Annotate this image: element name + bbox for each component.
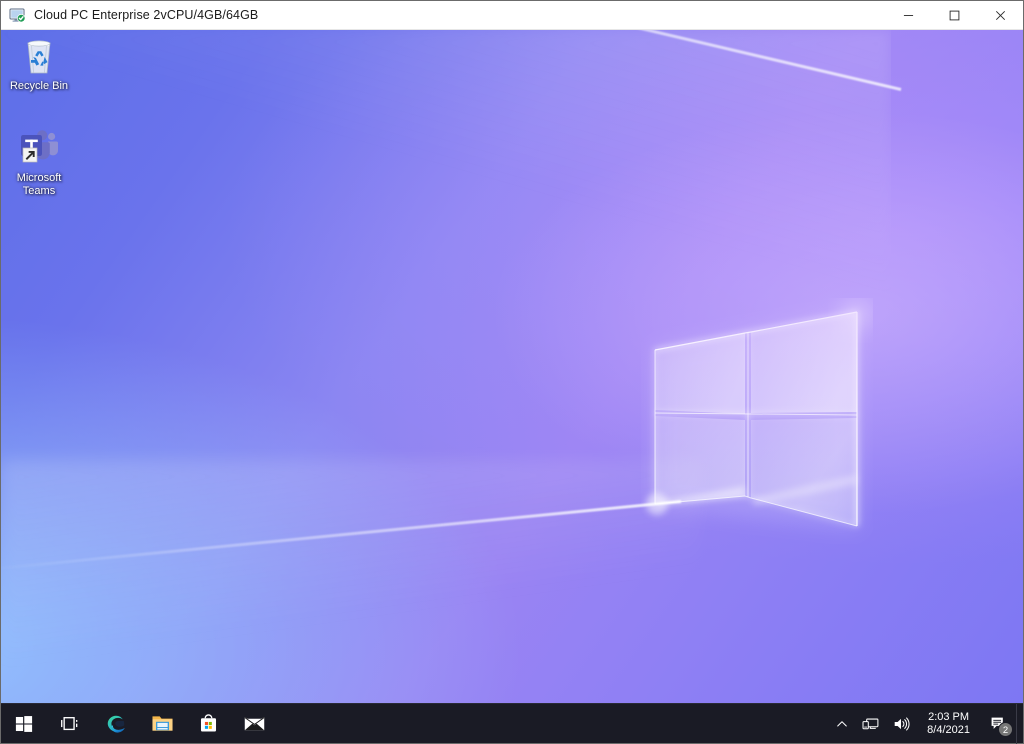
minimize-button[interactable] (885, 1, 931, 30)
title-bar[interactable]: Cloud PC Enterprise 2vCPU/4GB/64GB (1, 1, 1023, 30)
taskbar-buttons (1, 704, 277, 744)
desktop-surface[interactable]: Recycle Bin Microsoft Teams (1, 30, 1023, 703)
clock-date: 8/4/2021 (927, 723, 970, 736)
clock-time: 2:03 PM (928, 710, 970, 723)
light-ray-upper-wash (1, 30, 891, 330)
system-tray: 2:03 PM 8/4/2021 2 (829, 703, 1023, 744)
maximize-icon (949, 10, 959, 20)
show-desktop-button[interactable] (1016, 703, 1023, 744)
light-ray-lower-wash (1, 460, 701, 703)
desktop-icon-microsoft-teams[interactable]: Microsoft Teams (1, 125, 77, 197)
microsoft-teams-icon (15, 125, 63, 169)
close-icon (995, 10, 1005, 20)
microsoft-edge-icon (107, 715, 125, 733)
minimize-icon (903, 14, 913, 16)
tray-volume-button[interactable] (886, 704, 917, 744)
action-center-button[interactable]: 2 (980, 704, 1016, 744)
wallpaper-windows-logo (641, 298, 873, 544)
desktop-icon-label: Microsoft Teams (16, 172, 62, 197)
remote-desktop-window: Cloud PC Enterprise 2vCPU/4GB/64GB Recyc… (0, 0, 1024, 744)
close-button[interactable] (977, 1, 1023, 30)
mail-envelope-icon (243, 716, 265, 731)
maximize-button[interactable] (931, 1, 977, 30)
mail-button[interactable] (231, 704, 277, 744)
edge-button[interactable] (93, 704, 139, 744)
taskbar-clock[interactable]: 2:03 PM 8/4/2021 (917, 704, 980, 744)
window-title: Cloud PC Enterprise 2vCPU/4GB/64GB (34, 8, 259, 22)
desktop-icon-recycle-bin[interactable]: Recycle Bin (1, 33, 77, 93)
remote-desktop-connected-icon (9, 7, 26, 24)
light-ray-lower (1, 500, 682, 571)
windows-logo-icon (15, 715, 33, 732)
task-view-button[interactable] (47, 704, 93, 744)
task-view-icon (61, 716, 78, 730)
network-monitor-icon (862, 718, 879, 729)
recycle-bin-icon (15, 33, 63, 77)
light-ray-upper (1, 30, 902, 91)
file-explorer-button[interactable] (139, 704, 185, 744)
speaker-volume-icon (894, 716, 910, 731)
chevron-up-icon (837, 720, 847, 726)
file-explorer-icon (151, 716, 173, 731)
tray-overflow-button[interactable] (829, 704, 855, 744)
desktop-icon-label: Recycle Bin (9, 80, 69, 92)
taskbar-empty-area[interactable] (277, 704, 829, 744)
notification-badge: 2 (998, 721, 1013, 737)
microsoft-store-button[interactable] (185, 704, 231, 744)
taskbar: 2:03 PM 8/4/2021 2 (1, 703, 1023, 744)
microsoft-store-icon (200, 714, 216, 732)
start-button[interactable] (1, 704, 47, 744)
tray-network-button[interactable] (855, 704, 886, 744)
